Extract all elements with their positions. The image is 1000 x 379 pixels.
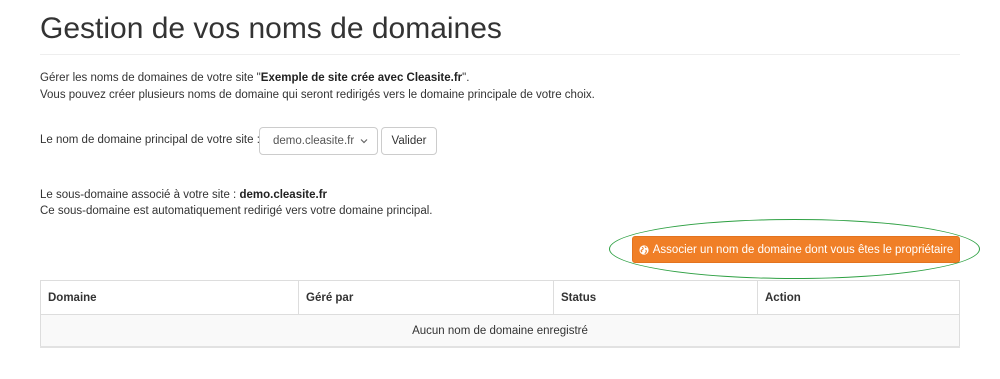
domains-table: Domaine Géré par Status Action Aucun nom…	[40, 280, 960, 348]
main-domain-label: Le nom de domaine principal de votre sit…	[40, 134, 260, 146]
page-title: Gestion de vos noms de domaines	[40, 12, 502, 45]
subdomain-line: Le sous-domaine associé à votre site : d…	[40, 189, 327, 201]
associate-domain-button[interactable]: Associer un nom de domaine dont vous ête…	[632, 236, 960, 263]
intro-line-2: Vous pouvez créer plusieurs noms de doma…	[40, 89, 595, 101]
column-header-gere-par: Géré par	[298, 280, 554, 315]
table-header-row: Domaine Géré par Status Action	[40, 280, 960, 315]
column-header-action: Action	[757, 280, 960, 315]
associate-domain-label: Associer un nom de domaine dont vous ête…	[652, 243, 954, 256]
subdomain-note: Ce sous-domaine est automatiquement redi…	[40, 205, 433, 217]
table-row: Aucun nom de domaine enregistré	[40, 314, 960, 348]
subdomain-label: Le sous-domaine associé à votre site :	[40, 189, 237, 201]
chevron-down-icon	[360, 139, 368, 144]
intro-line-1: Gérer les noms de domaines de votre site…	[40, 72, 469, 84]
main-domain-select-value: demo.cleasite.fr	[273, 135, 355, 147]
main-domain-select[interactable]: demo.cleasite.fr	[259, 127, 378, 155]
column-header-domaine: Domaine	[40, 280, 299, 315]
domain-management-page: Gestion de vos noms de domaines Gérer le…	[0, 0, 1000, 379]
subdomain-value: demo.cleasite.fr	[239, 189, 328, 201]
empty-table-message: Aucun nom de domaine enregistré	[40, 314, 960, 348]
column-header-status: Status	[553, 280, 758, 315]
title-divider	[40, 54, 960, 55]
intro-prefix: Gérer les noms de domaines de votre site…	[40, 72, 261, 84]
globe-icon	[639, 244, 649, 255]
intro-suffix: ".	[462, 72, 470, 84]
validate-button[interactable]: Valider	[381, 127, 437, 155]
site-name: Exemple de site crée avec Cleasite.fr	[260, 72, 463, 84]
